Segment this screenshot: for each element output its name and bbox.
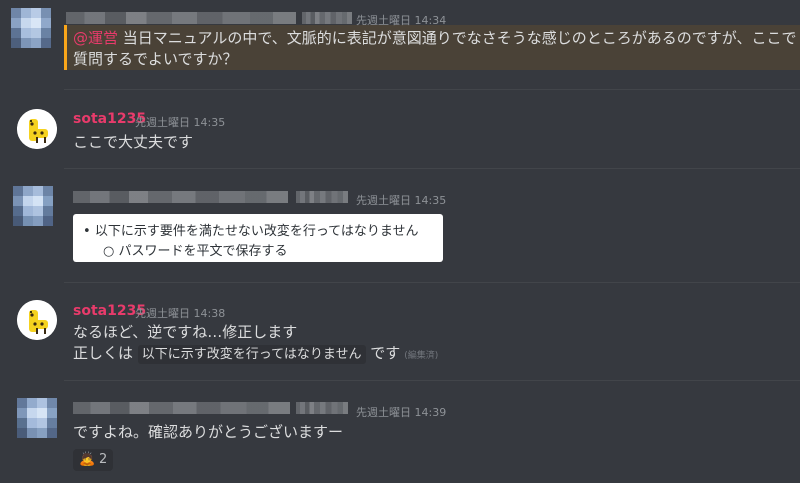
blurred-username[interactable] [66, 12, 296, 24]
bullet-text: 以下に示す要件を満たせない改変を行ってはなりません [94, 224, 419, 239]
reaction-button[interactable]: 🙇 2 [73, 449, 113, 471]
message-divider [64, 380, 800, 381]
sub-bullet-item: ○ パスワードを平文で保存する [103, 244, 288, 259]
timestamp: 先週土曜日 14:34 [356, 14, 447, 27]
edited-label: (編集済) [404, 351, 439, 361]
blurred-username[interactable] [73, 191, 288, 203]
blurred-username-suffix [296, 402, 348, 414]
avatar[interactable] [17, 398, 57, 438]
message-divider [64, 89, 800, 90]
blurred-username-suffix [302, 12, 352, 24]
text-prefix: 正しくは [73, 344, 134, 362]
message-text-line1: 当日マニュアルの中で、文脈的に表記が意図通りでなさそうな感じのところがあるのです… [118, 29, 797, 47]
blurred-username-suffix [296, 191, 348, 203]
message-text-line2: 正しくは 以下に示す改変を行ってはなりません です (編集済) [73, 342, 439, 364]
avatar[interactable] [11, 8, 51, 48]
user-mention[interactable]: @運営 [73, 29, 118, 47]
message-text-line2: 質問するでよいですか？ [73, 50, 238, 68]
giraffe-avatar-icon [17, 109, 57, 149]
timestamp: 先週土曜日 14:39 [356, 406, 447, 419]
text-suffix: です [370, 344, 401, 362]
avatar[interactable] [17, 109, 57, 149]
pasted-text-card: • 以下に示す要件を満たせない改変を行ってはなりません ○ パスワードを平文で保… [73, 214, 443, 262]
inline-code: 以下に示す改変を行ってはなりません [137, 345, 366, 364]
message-text: ですよね。確認ありがとうございますー [73, 423, 344, 441]
blurred-username[interactable] [73, 402, 290, 414]
sub-bullet-text: パスワードを平文で保存する [118, 244, 288, 259]
timestamp: 先週土曜日 14:35 [356, 194, 447, 207]
avatar[interactable] [17, 300, 57, 340]
message-text: @運営 当日マニュアルの中で、文脈的に表記が意図通りでなさそうな感じのところがあ… [73, 27, 796, 48]
reaction-count: 2 [99, 452, 108, 467]
timestamp: 先週土曜日 14:35 [135, 116, 226, 129]
pixelated-avatar-icon [11, 8, 51, 48]
bullet-item: • 以下に示す要件を満たせない改変を行ってはなりません [83, 224, 419, 239]
pixelated-avatar-icon [17, 398, 57, 438]
message-text: ここで大丈夫です [73, 133, 194, 151]
bowing-person-icon: 🙇 [79, 452, 96, 467]
pixelated-avatar-icon [13, 186, 53, 226]
message-divider [64, 168, 800, 169]
message-divider [64, 282, 800, 283]
message-text-line1: なるほど、逆ですね…修正します [73, 323, 298, 341]
timestamp: 先週土曜日 14:38 [135, 307, 226, 320]
giraffe-avatar-icon [17, 300, 57, 340]
mention-accent-bar [64, 25, 67, 70]
avatar[interactable] [13, 186, 53, 226]
